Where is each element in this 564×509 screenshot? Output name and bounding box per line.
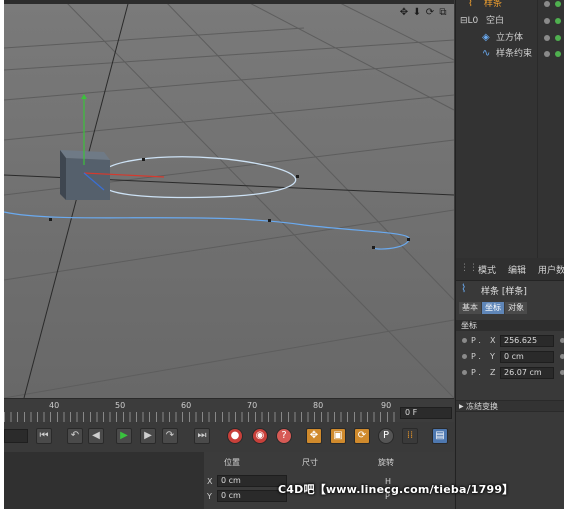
timeline-ticks	[4, 412, 399, 422]
move-key-icon[interactable]: ✥	[306, 428, 322, 444]
axis-label: Y	[207, 492, 212, 501]
prev-key-icon[interactable]: ↶	[67, 428, 83, 444]
material-manager-area	[4, 452, 204, 509]
param-row-pz: P . Z 26.07 cm	[456, 366, 564, 380]
play-icon[interactable]: ▶	[116, 428, 132, 444]
object-label: 样条	[484, 0, 503, 9]
object-manager: ⌇ 样条 ⊟L0 空白 ◈ 立方体 ∿ 样条约束	[455, 0, 564, 258]
tick-label: 90	[381, 401, 392, 410]
tab-object[interactable]: 对象	[505, 302, 527, 314]
keyframe-dot[interactable]	[462, 338, 467, 343]
menu-userdata[interactable]: 用户数	[538, 263, 564, 276]
scale-key-icon[interactable]: ▣	[330, 428, 346, 444]
tick-label: 50	[115, 401, 126, 410]
spline-wrap-icon: ∿	[482, 48, 491, 59]
pos-y-field[interactable]: 0 cm	[217, 490, 287, 502]
tab-basic[interactable]: 基本	[459, 302, 481, 314]
axis-label: Y	[490, 352, 495, 361]
tick-label: 80	[313, 401, 324, 410]
top-toolbar-edge	[4, 0, 454, 4]
grip-icon: ⋮⋮	[460, 263, 478, 273]
object-row-spline[interactable]: ⌇ 样条	[456, 0, 564, 12]
attribute-menu-bar: ⋮⋮ 模式 编辑 用户数	[456, 258, 564, 281]
tick-label: 60	[181, 401, 192, 410]
object-label: 立方体	[496, 33, 524, 43]
menu-mode[interactable]: 模式	[478, 263, 496, 276]
param-row-py: P . Y 0 cm	[456, 350, 564, 364]
param-row-px: P . X 256.625	[456, 334, 564, 348]
next-frame-icon[interactable]: ▶	[140, 428, 156, 444]
tick-label: 70	[247, 401, 258, 410]
visibility-dots[interactable]	[544, 18, 561, 24]
object-label: 样条约束	[496, 49, 533, 59]
end-frame-field[interactable]: 0 F	[400, 407, 452, 419]
param-label: P .	[471, 336, 481, 345]
attribute-manager: ⋮⋮ 模式 编辑 用户数 ⌇ 样条 [样条] 基本 坐标 对象 坐标 P . X…	[455, 258, 564, 509]
film-icon[interactable]: ▤	[432, 428, 448, 444]
pos-x-field[interactable]: 0 cm	[217, 475, 287, 487]
3d-viewport[interactable]: ✥ ⬇ ⟳ ⧉	[4, 0, 454, 398]
visibility-dots[interactable]	[544, 51, 561, 57]
axis-label: X	[490, 336, 496, 345]
point-level-icon[interactable]: ⁞⁞	[402, 428, 418, 444]
py-field[interactable]: 0 cm	[500, 351, 554, 363]
viewport-scene[interactable]	[4, 0, 454, 398]
param-label: P .	[471, 352, 481, 361]
param-key-icon[interactable]: P	[378, 428, 394, 444]
visibility-dots[interactable]	[544, 1, 561, 7]
attribute-tabs: 基本 坐标 对象	[459, 302, 527, 314]
cube-object	[60, 150, 110, 200]
spline-icon: ⌇	[468, 0, 473, 9]
axis-label: Z	[490, 368, 496, 377]
tick-label: 40	[49, 401, 60, 410]
px-field[interactable]: 256.625	[500, 335, 554, 347]
go-to-start-icon[interactable]: ⏮	[36, 428, 52, 444]
move-view-icon[interactable]: ✥	[399, 8, 409, 18]
keyframe-selection-icon[interactable]: ?	[276, 428, 292, 444]
prev-frame-icon[interactable]: ◀	[88, 428, 104, 444]
viewport-nav: ✥ ⬇ ⟳ ⧉	[399, 8, 448, 18]
rotate-view-icon[interactable]: ⟳	[425, 8, 435, 18]
size-header: 尺寸	[302, 458, 318, 467]
attribute-title: ⌇ 样条 [样条]	[461, 282, 564, 298]
keyframe-dot[interactable]	[560, 370, 564, 375]
timeline-ruler[interactable]: 40 50 60 70 80 90 0 F	[4, 398, 454, 423]
freeze-transform-group[interactable]: 冻结变换	[456, 400, 564, 413]
cube-icon: ◈	[482, 32, 490, 43]
animation-toolbar: ⏮ ↶ ◀ ▶ ▶ ↷ ⏭ ● ◉ ? ✥ ▣ ⟳ P ⁞⁞ ▤	[4, 422, 454, 453]
zoom-view-icon[interactable]: ⬇	[412, 8, 422, 18]
go-to-end-icon[interactable]: ⏭	[194, 428, 210, 444]
object-row-cube[interactable]: ◈ 立方体	[456, 30, 564, 46]
menu-edit[interactable]: 编辑	[508, 263, 526, 276]
null-object-icon: ⊟L0	[460, 16, 479, 26]
param-label: P .	[471, 368, 481, 377]
keyframe-dot[interactable]	[560, 338, 564, 343]
spline-icon: ⌇	[461, 282, 467, 295]
object-label: 空白	[486, 16, 505, 26]
object-row-spline-wrap[interactable]: ∿ 样条约束	[456, 46, 564, 62]
position-header: 位置	[224, 458, 240, 467]
record-icon[interactable]: ●	[227, 428, 243, 444]
next-key-icon[interactable]: ↷	[162, 428, 178, 444]
keyframe-dot[interactable]	[560, 354, 564, 359]
autokey-icon[interactable]: ◉	[252, 428, 268, 444]
column-divider	[537, 0, 538, 258]
keyframe-dot[interactable]	[462, 370, 467, 375]
tab-coord[interactable]: 坐标	[482, 302, 504, 314]
object-title: 样条 [样条]	[481, 287, 527, 297]
rotate-key-icon[interactable]: ⟳	[354, 428, 370, 444]
visibility-dots[interactable]	[544, 35, 561, 41]
rotation-header: 旋转	[378, 458, 394, 467]
maximize-view-icon[interactable]: ⧉	[438, 8, 448, 18]
object-row-null[interactable]: ⊟L0 空白	[456, 13, 564, 29]
section-heading: 坐标	[456, 320, 564, 331]
start-frame-field[interactable]	[4, 429, 28, 443]
watermark: C4D吧【www.linecg.com/tieba/1799】	[278, 483, 514, 496]
keyframe-dot[interactable]	[462, 354, 467, 359]
pz-field[interactable]: 26.07 cm	[500, 367, 554, 379]
axis-label: X	[207, 477, 213, 486]
